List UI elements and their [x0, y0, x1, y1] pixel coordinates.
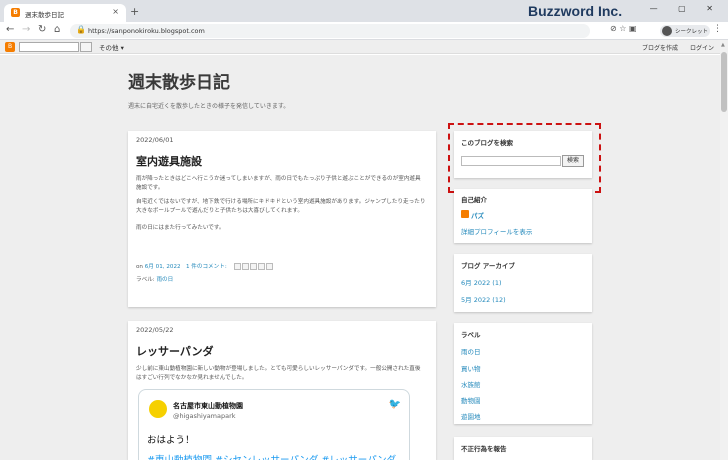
- labels-widget: ラベル 雨の日 買い物 水族館 動物園 遊園地: [454, 323, 592, 424]
- blog-description: 週末に自宅近くを散歩したときの様子を発信していきます。: [128, 103, 290, 110]
- tweet-avatar[interactable]: [149, 400, 167, 418]
- post-title[interactable]: 室内遊具施設: [136, 153, 202, 169]
- tab-title: 週末散歩日記: [25, 11, 64, 19]
- post-card: 2022/06/01 室内遊具施設 雨が降ったときはどこへ行こうか迷ってしまいま…: [128, 131, 436, 307]
- share-pinterest-icon[interactable]: [265, 263, 273, 270]
- widget-title: 自己紹介: [461, 196, 487, 204]
- browser-toolbar: ← → ↻ ⌂ 🔒 https://sanponokiroku.blogspot…: [0, 22, 728, 40]
- blogger-navbar: B その他 ▾ ブログを作成 ログイン: [0, 40, 720, 54]
- post-permalink[interactable]: 6月 01, 2022: [145, 264, 181, 270]
- profile-name-link[interactable]: パズ: [471, 210, 484, 220]
- label-item[interactable]: 動物園: [461, 395, 481, 405]
- label-item[interactable]: 雨の日: [461, 346, 481, 356]
- browser-tab[interactable]: B 週末散歩日記 ×: [4, 4, 126, 22]
- blogger-profile-icon: [461, 210, 469, 218]
- label-item[interactable]: 水族館: [461, 379, 481, 389]
- window-controls[interactable]: — ▢ ✕: [650, 4, 722, 13]
- post-date: 2022/06/01: [136, 136, 174, 144]
- widget-title: ブログ アーカイブ: [461, 262, 515, 270]
- navbar-search-input[interactable]: [19, 42, 79, 52]
- lock-icon: 🔒: [76, 25, 86, 34]
- blogger-favicon-icon: B: [11, 8, 20, 17]
- view-profile-link[interactable]: 詳細プロフィールを表示: [461, 226, 532, 236]
- tab-close-icon[interactable]: ×: [112, 7, 119, 16]
- navbar-more-menu[interactable]: その他 ▾: [99, 42, 124, 52]
- forward-icon[interactable]: →: [22, 24, 30, 35]
- report-abuse-link[interactable]: 不正行為を報告: [461, 443, 507, 453]
- incognito-profile-button[interactable]: シークレット: [660, 25, 710, 37]
- url-text[interactable]: https://sanponokiroku.blogspot.com: [88, 27, 205, 35]
- navbar-search-button[interactable]: [80, 42, 92, 52]
- tweet-hashtags[interactable]: #東山動植物園 #シセンレッサーパンダ #レッサーパンダ: [147, 452, 396, 460]
- post-paragraph: 自宅近くではないですが、地下鉄で行ける場所にキドキドという室内遊具施設があります…: [136, 199, 426, 214]
- create-blog-link[interactable]: ブログを作成: [642, 43, 678, 52]
- post-card: 2022/05/22 レッサーパンダ 少し前に東山動植物園に新しい動物が登場しま…: [128, 321, 436, 460]
- post-date: 2022/05/22: [136, 326, 174, 334]
- footer-on: on: [136, 264, 143, 270]
- post-paragraph: 雨の日にはまた行ってみたいです。: [136, 225, 225, 231]
- more-label: その他: [99, 44, 119, 52]
- extension-icons[interactable]: ⊘ ☆ ▣: [610, 24, 637, 33]
- label-link[interactable]: 雨の日: [156, 277, 173, 283]
- reload-icon[interactable]: ↻: [38, 24, 46, 35]
- tweet-body: おはよう！: [147, 435, 195, 446]
- post-paragraph: 少し前に東山動植物園に新しい動物が登場しました。とても可愛らしいレッサーパンダで…: [136, 366, 421, 381]
- share-twitter-icon[interactable]: [249, 263, 257, 270]
- post-labels: ラベル: 雨の日: [136, 276, 426, 285]
- scrollbar-thumb[interactable]: [721, 52, 727, 112]
- labels-prefix: ラベル:: [136, 277, 155, 283]
- share-email-icon[interactable]: [233, 263, 241, 270]
- share-blog-icon[interactable]: [241, 263, 249, 270]
- address-bar[interactable]: 🔒 https://sanponokiroku.blogspot.com: [70, 24, 590, 38]
- blogger-logo-icon[interactable]: B: [5, 42, 15, 52]
- scroll-up-icon[interactable]: ▲: [721, 42, 725, 48]
- label-item[interactable]: 買い物: [461, 363, 481, 373]
- login-link[interactable]: ログイン: [690, 43, 714, 52]
- report-widget: 不正行為を報告: [454, 437, 592, 460]
- archive-widget: ブログ アーカイブ 6月 2022 (1) 5月 2022 (12): [454, 254, 592, 312]
- archive-item[interactable]: 6月 2022 (1): [461, 277, 502, 287]
- label-item[interactable]: 遊園地: [461, 411, 481, 421]
- widget-title: ラベル: [461, 331, 481, 339]
- incognito-icon: [662, 26, 672, 36]
- tweet-author-handle[interactable]: @higashiyamapark: [173, 412, 236, 420]
- blog-title[interactable]: 週末散歩日記: [128, 68, 230, 93]
- post-paragraph: 雨が降ったときはどこへ行こうか迷ってしまいますが、雨の日でもたっぷり子供と遊ぶこ…: [136, 176, 421, 191]
- profile-widget: 自己紹介 パズ 詳細プロフィールを表示: [454, 189, 592, 243]
- back-icon[interactable]: ←: [6, 24, 14, 35]
- profile-label: シークレット: [675, 29, 709, 35]
- home-icon[interactable]: ⌂: [54, 24, 60, 35]
- comments-link[interactable]: 1 件のコメント:: [186, 264, 227, 270]
- tweet-author-name[interactable]: 名古屋市東山動植物園: [173, 401, 243, 411]
- post-title[interactable]: レッサーパンダ: [136, 343, 213, 359]
- watermark-logo: Buzzword Inc.: [528, 3, 623, 19]
- archive-item[interactable]: 5月 2022 (12): [461, 294, 506, 304]
- menu-kebab-icon[interactable]: ⋮: [713, 24, 722, 34]
- highlight-box: [448, 123, 601, 193]
- new-tab-icon[interactable]: +: [130, 5, 139, 18]
- embedded-tweet[interactable]: 名古屋市東山動植物園 @higashiyamapark 🐦 おはよう！ #東山動…: [138, 389, 410, 460]
- post-footer: on 6月 01, 2022 1 件のコメント:: [136, 263, 426, 272]
- twitter-bird-icon[interactable]: 🐦: [389, 399, 401, 410]
- share-facebook-icon[interactable]: [257, 263, 265, 270]
- browser-titlebar: B 週末散歩日記 × + Buzzword Inc. — ▢ ✕: [0, 0, 728, 22]
- page-scrollbar[interactable]: ▲: [720, 40, 728, 460]
